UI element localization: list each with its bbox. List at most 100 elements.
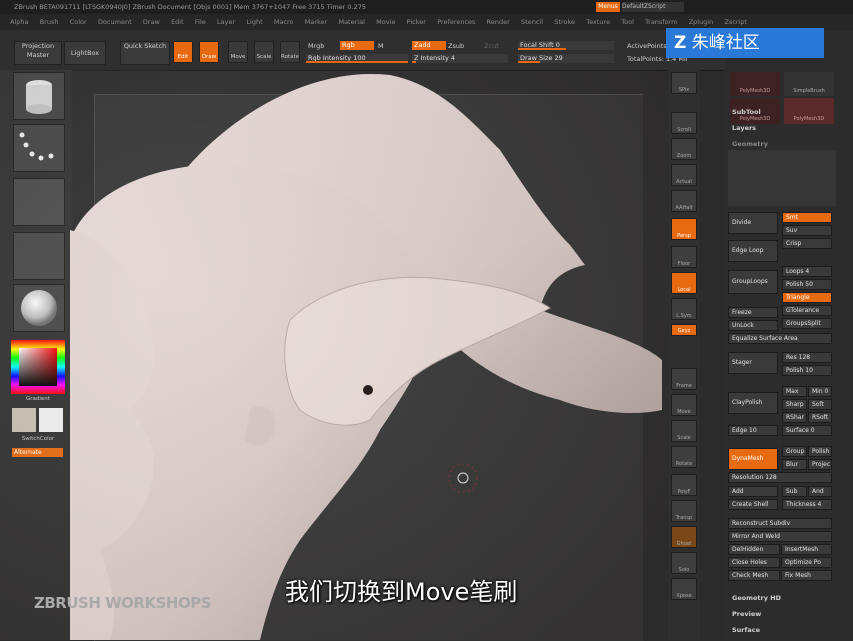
rgb-intensity-slider[interactable]: Rgb Intensity 100 <box>306 54 408 63</box>
geometry-hd-header[interactable]: Geometry HD <box>732 594 781 602</box>
edit-button[interactable]: Edit <box>173 41 193 63</box>
reconstruct-subdiv-button[interactable]: Reconstruct Subdiv <box>728 518 832 529</box>
sub-button[interactable]: Sub <box>782 486 807 497</box>
zoom-button[interactable]: Zoom <box>671 138 697 160</box>
create-shell-button[interactable]: Create Shell <box>728 499 778 510</box>
rgb-button[interactable]: Rgb <box>340 41 374 50</box>
menu-light[interactable]: Light <box>246 14 262 30</box>
transp-button[interactable]: Transp <box>671 500 697 522</box>
triangle-button[interactable]: Triangle <box>782 292 832 303</box>
zsub-button[interactable]: Zsub <box>448 42 464 50</box>
close-holes-button[interactable]: Close Holes <box>728 557 780 568</box>
clay-polish-button[interactable]: ClayPolish <box>728 392 778 414</box>
freeze-button[interactable]: Freeze <box>728 307 778 318</box>
gtolerance-slider[interactable]: GTolerance <box>782 305 832 316</box>
menus-button[interactable]: Menus <box>596 2 620 12</box>
aahalf-button[interactable]: AAHalf <box>671 190 697 212</box>
res-slider[interactable]: Res 128 <box>782 352 832 363</box>
polish-10-slider[interactable]: Polish 10 <box>782 365 832 376</box>
lsym-button[interactable]: L.Sym <box>671 298 697 320</box>
layers-header[interactable]: Layers <box>732 124 756 132</box>
zcut-button[interactable]: Zcut <box>484 42 499 50</box>
group-loops-button[interactable]: GroupLoops <box>728 270 778 294</box>
blur-slider[interactable]: Blur <box>782 459 807 470</box>
soft-button[interactable]: Soft <box>808 399 832 410</box>
quick-sketch-button[interactable]: Quick Sketch <box>120 41 170 65</box>
insert-mesh-button[interactable]: InsertMesh <box>781 544 832 555</box>
surface-slider[interactable]: Surface 0 <box>782 425 832 436</box>
floor-button[interactable]: Floor <box>671 246 697 268</box>
sculpt-viewport[interactable] <box>0 70 668 640</box>
menu-material[interactable]: Material <box>338 14 364 30</box>
unlock-button[interactable]: UnLock <box>728 320 778 331</box>
lightbox-button[interactable]: LightBox <box>64 41 106 65</box>
zadd-button[interactable]: Zadd <box>412 41 446 50</box>
divide-button[interactable]: Divide <box>728 212 778 234</box>
menu-edit[interactable]: Edit <box>171 14 184 30</box>
draw-button[interactable]: Draw <box>199 41 219 63</box>
dynamesh-polish-button[interactable]: Polish <box>808 446 832 457</box>
polish-slider[interactable]: Polish 50 <box>782 279 832 290</box>
menu-picker[interactable]: Picker <box>407 14 426 30</box>
equalize-surface-area-button[interactable]: Equalize Surface Area <box>728 333 832 344</box>
mirror-and-weld-button[interactable]: Mirror And Weld <box>728 531 832 542</box>
menu-file[interactable]: File <box>195 14 206 30</box>
menu-preferences[interactable]: Preferences <box>437 14 475 30</box>
menu-stroke[interactable]: Stroke <box>554 14 575 30</box>
solo-button[interactable]: Solo <box>671 552 697 574</box>
resolution-slider[interactable]: Resolution 128 <box>728 472 832 483</box>
min-slider[interactable]: Min 0 <box>808 386 832 397</box>
draw-size-slider[interactable]: Draw Size 29 <box>518 54 614 63</box>
del-hidden-button[interactable]: DelHidden <box>728 544 780 555</box>
projection-master-button[interactable]: Projection Master <box>14 41 62 65</box>
m-button[interactable]: M <box>378 42 384 50</box>
rotate-view-button[interactable]: Rotate <box>671 446 697 468</box>
menu-tool[interactable]: Tool <box>621 14 634 30</box>
thickness-slider[interactable]: Thickness 4 <box>782 499 832 510</box>
edge-loop-button[interactable]: Edge Loop <box>728 240 778 262</box>
menu-color[interactable]: Color <box>70 14 87 30</box>
actual-button[interactable]: Actual <box>671 164 697 186</box>
subtool-header[interactable]: SubTool <box>732 108 761 116</box>
menu-brush[interactable]: Brush <box>40 14 59 30</box>
menu-render[interactable]: Render <box>487 14 510 30</box>
add-button[interactable]: Add <box>728 486 778 497</box>
loops-slider[interactable]: Loops 4 <box>782 266 832 277</box>
tool-slot-polymesh-3[interactable]: PolyMesh3D <box>784 98 834 124</box>
scroll-button[interactable]: Scroll <box>671 112 697 134</box>
menu-texture[interactable]: Texture <box>586 14 610 30</box>
group-button[interactable]: Group <box>782 446 807 457</box>
focal-shift-slider[interactable]: Focal Shift 0 <box>518 41 614 50</box>
move-view-button[interactable]: Move <box>671 394 697 416</box>
fix-mesh-button[interactable]: Fix Mesh <box>781 570 832 581</box>
groups-split-button[interactable]: GroupsSplit <box>782 318 832 329</box>
polyf-button[interactable]: PolyF <box>671 474 697 496</box>
dynamesh-button[interactable]: DynaMesh <box>728 448 778 470</box>
rotate-button[interactable]: Rotate <box>280 41 300 63</box>
persp-button[interactable]: Persp <box>671 218 697 240</box>
menu-layer[interactable]: Layer <box>217 14 235 30</box>
sharp-button[interactable]: Sharp <box>782 399 807 410</box>
tool-slot-polymesh[interactable]: PolyMesh3D <box>730 72 780 96</box>
scale-button[interactable]: Scale <box>254 41 274 63</box>
stager-button[interactable]: Stager <box>728 352 778 374</box>
spix-button[interactable]: SPix <box>671 72 697 94</box>
rsoft-button[interactable]: RSoft <box>808 412 832 423</box>
max-button[interactable]: Max <box>782 386 807 397</box>
xpose-button[interactable]: Xpose <box>671 578 697 600</box>
edge-slider[interactable]: Edge 10 <box>728 425 778 436</box>
menu-movie[interactable]: Movie <box>376 14 395 30</box>
smt-button[interactable]: Smt <box>782 212 832 223</box>
tool-slot-simplebrush[interactable]: SimpleBrush <box>784 72 834 96</box>
check-mesh-button[interactable]: Check Mesh <box>728 570 780 581</box>
default-zscript-button[interactable]: DefaultZScript <box>622 2 684 12</box>
and-button[interactable]: And <box>808 486 832 497</box>
project-button[interactable]: Projec <box>808 459 832 470</box>
optimize-points-button[interactable]: Optimize Po <box>781 557 832 568</box>
rshar-button[interactable]: RShar <box>782 412 807 423</box>
geometry-header[interactable]: Geometry <box>732 140 768 148</box>
suv-button[interactable]: Suv <box>782 225 832 236</box>
preview-header[interactable]: Preview <box>732 610 761 618</box>
move-button[interactable]: Move <box>228 41 248 63</box>
z-intensity-slider[interactable]: Z Intensity 4 <box>412 54 508 63</box>
